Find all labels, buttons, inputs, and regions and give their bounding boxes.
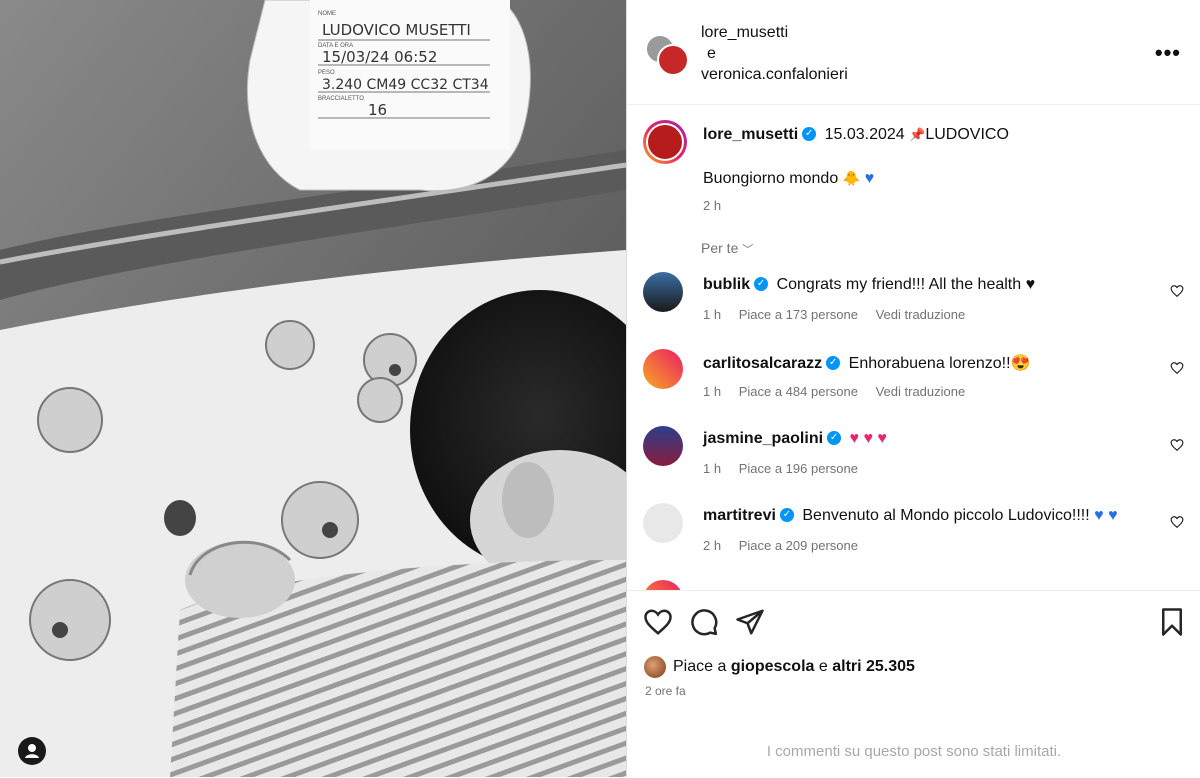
like-comment-heart-icon[interactable] <box>1170 361 1184 375</box>
chick-emoji-icon: 🐥 <box>842 170 861 186</box>
comment-time: 1 h <box>703 307 722 322</box>
comments-list[interactable]: bublik ✓ Congrats my friend!!! All the he… <box>627 266 1200 590</box>
more-options-button[interactable]: ••• <box>1155 40 1181 66</box>
pin-emoji-icon: 📌 <box>909 127 926 142</box>
comment-text: Enhorabuena lorenzo!! <box>848 355 1011 372</box>
likes-others[interactable]: altri 25.305 <box>832 658 915 675</box>
caption-body-text: Buongiorno mondo <box>703 170 839 187</box>
comment-likes[interactable]: Piace a 196 persone <box>739 461 858 476</box>
like-comment-heart-icon[interactable] <box>1170 284 1184 298</box>
comment-meta: 1 h Piace a 173 persone Vedi traduzione <box>703 307 979 322</box>
collab-avatars[interactable] <box>645 34 689 76</box>
like-heart-icon[interactable] <box>643 607 673 637</box>
blue-hearts-icon: ♥ ♥ <box>1094 507 1118 524</box>
sort-label: Per te <box>701 240 739 256</box>
comment-item: martitrevi ✓ Benvenuto al Mondo piccolo L… <box>643 497 1188 567</box>
liker-avatar <box>643 655 667 679</box>
card-label-peso: PESO <box>318 70 335 76</box>
post-image[interactable]: NOME LUDOVICO MUSETTI DATA E ORA 15/03/2… <box>0 0 626 777</box>
comment-meta: 2 h Piace a 209 persone <box>703 538 872 553</box>
card-label-nome: NOME <box>318 11 336 17</box>
sort-dropdown[interactable]: Per te ﹀ <box>701 240 753 257</box>
collab-names: lore_musetti e veronica.confalonieri <box>701 22 848 85</box>
header-user-2[interactable]: veronica.confalonieri <box>701 64 848 85</box>
comment-meta: 1 h Piace a 484 persone Vedi traduzione <box>703 384 979 399</box>
header-user-1[interactable]: lore_musetti <box>701 22 848 43</box>
header-conjunction: e <box>707 45 716 62</box>
more-horizontal-icon: ••• <box>1154 40 1181 65</box>
comment-bubble-icon[interactable] <box>689 607 719 637</box>
caption-body: Buongiorno mondo 🐥 ♥ <box>703 170 874 188</box>
comment-username[interactable]: bublik <box>703 276 750 293</box>
like-comment-heart-icon[interactable] <box>1170 438 1184 452</box>
post-actions: Piace a giopescola e altri 25.305 2 ore … <box>627 590 1200 778</box>
caption-time: 2 h <box>703 198 722 213</box>
comment-item-partial <box>643 574 1188 590</box>
comment-meta: 1 h Piace a 196 persone <box>703 461 872 476</box>
card-stats: 3.240 CM49 CC32 CT34 <box>322 77 489 93</box>
heart-eyes-emoji-icon: 😍 <box>1010 355 1031 372</box>
likes-summary[interactable]: Piace a giopescola e altri 25.305 <box>643 655 915 679</box>
card-label-bracciale: BRACCIALETTO <box>318 96 364 102</box>
verified-icon: ✓ <box>826 355 841 370</box>
card-bracelet: 16 <box>368 101 387 119</box>
post-header: lore_musetti e veronica.confalonieri ••• <box>627 0 1200 105</box>
card-name: LUDOVICO MUSETTI <box>322 21 471 39</box>
post-viewer: NOME LUDOVICO MUSETTI DATA E ORA 15/03/2… <box>0 0 1200 777</box>
comment-text-line: martitrevi ✓ Benvenuto al Mondo piccolo L… <box>703 507 1118 525</box>
comment-username[interactable]: carlitosalcarazz <box>703 355 822 372</box>
comment-avatar[interactable] <box>643 426 683 466</box>
share-send-icon[interactable] <box>735 607 765 637</box>
tagged-users-button[interactable] <box>18 737 46 765</box>
comment-text-line: bublik ✓ Congrats my friend!!! All the he… <box>703 276 1035 294</box>
pink-hearts-icon: ♥ ♥ ♥ <box>849 430 887 447</box>
caption-date: 15.03.2024 <box>824 126 905 143</box>
chevron-down-icon: ﹀ <box>742 244 754 256</box>
post-time-ago: 2 ore fa <box>645 684 686 698</box>
verified-icon: ✓ <box>827 430 842 445</box>
blue-heart-icon: ♥ <box>864 170 875 187</box>
see-translation-link[interactable]: Vedi traduzione <box>876 307 966 322</box>
comment-avatar[interactable] <box>643 349 683 389</box>
baby-photo: NOME LUDOVICO MUSETTI DATA E ORA 15/03/2… <box>0 0 626 777</box>
comment-username[interactable]: jasmine_paolini <box>703 430 823 447</box>
comment-text-line: carlitosalcarazz ✓ Enhorabuena lorenzo!!😍 <box>703 353 1030 373</box>
post-side-panel: lore_musetti e veronica.confalonieri •••… <box>626 0 1200 777</box>
comment-avatar[interactable] <box>643 580 683 590</box>
comment-item: jasmine_paolini ✓ ♥ ♥ ♥ 1 h Piace a 196 p… <box>643 420 1188 490</box>
comment-item: bublik ✓ Congrats my friend!!! All the he… <box>643 266 1188 336</box>
caption-name: LUDOVICO <box>925 126 1009 143</box>
caption-avatar[interactable] <box>643 120 687 164</box>
comment-item: carlitosalcarazz ✓ Enhorabuena lorenzo!!😍… <box>643 343 1188 413</box>
comment-likes[interactable]: Piace a 173 persone <box>739 307 858 322</box>
black-heart-icon: ♥ <box>1025 276 1036 293</box>
comment-time: 1 h <box>703 384 722 399</box>
caption-username[interactable]: lore_musetti <box>703 126 798 143</box>
comment-text: Benvenuto al Mondo piccolo Ludovico!!!! <box>802 507 1090 524</box>
comment-avatar[interactable] <box>643 503 683 543</box>
verified-icon: ✓ <box>802 126 817 141</box>
avatar-veronica <box>657 44 689 76</box>
likes-conj: e <box>818 658 828 676</box>
comment-text-line: jasmine_paolini ✓ ♥ ♥ ♥ <box>703 430 887 448</box>
comments-limited-notice: I commenti su questo post sono stati lim… <box>766 743 1062 760</box>
comment-time: 2 h <box>703 538 722 553</box>
comment-time: 1 h <box>703 461 722 476</box>
comment-text: Congrats my friend!!! All the health <box>776 276 1022 293</box>
save-bookmark-icon[interactable] <box>1157 607 1187 637</box>
card-date: 15/03/24 06:52 <box>322 48 437 66</box>
caption-line: lore_musetti ✓ 15.03.2024 📌LUDOVICO <box>703 126 1009 144</box>
comment-likes[interactable]: Piace a 209 persone <box>739 538 858 553</box>
verified-icon: ✓ <box>754 276 769 291</box>
verified-icon: ✓ <box>779 507 794 522</box>
comment-likes[interactable]: Piace a 484 persone <box>739 384 858 399</box>
see-translation-link[interactable]: Vedi traduzione <box>876 384 966 399</box>
likes-prefix: Piace a <box>673 658 727 676</box>
user-icon <box>25 744 39 758</box>
likes-user[interactable]: giopescola <box>731 658 815 675</box>
like-comment-heart-icon[interactable] <box>1170 515 1184 529</box>
comment-username[interactable]: martitrevi <box>703 507 776 524</box>
comment-avatar[interactable] <box>643 272 683 312</box>
